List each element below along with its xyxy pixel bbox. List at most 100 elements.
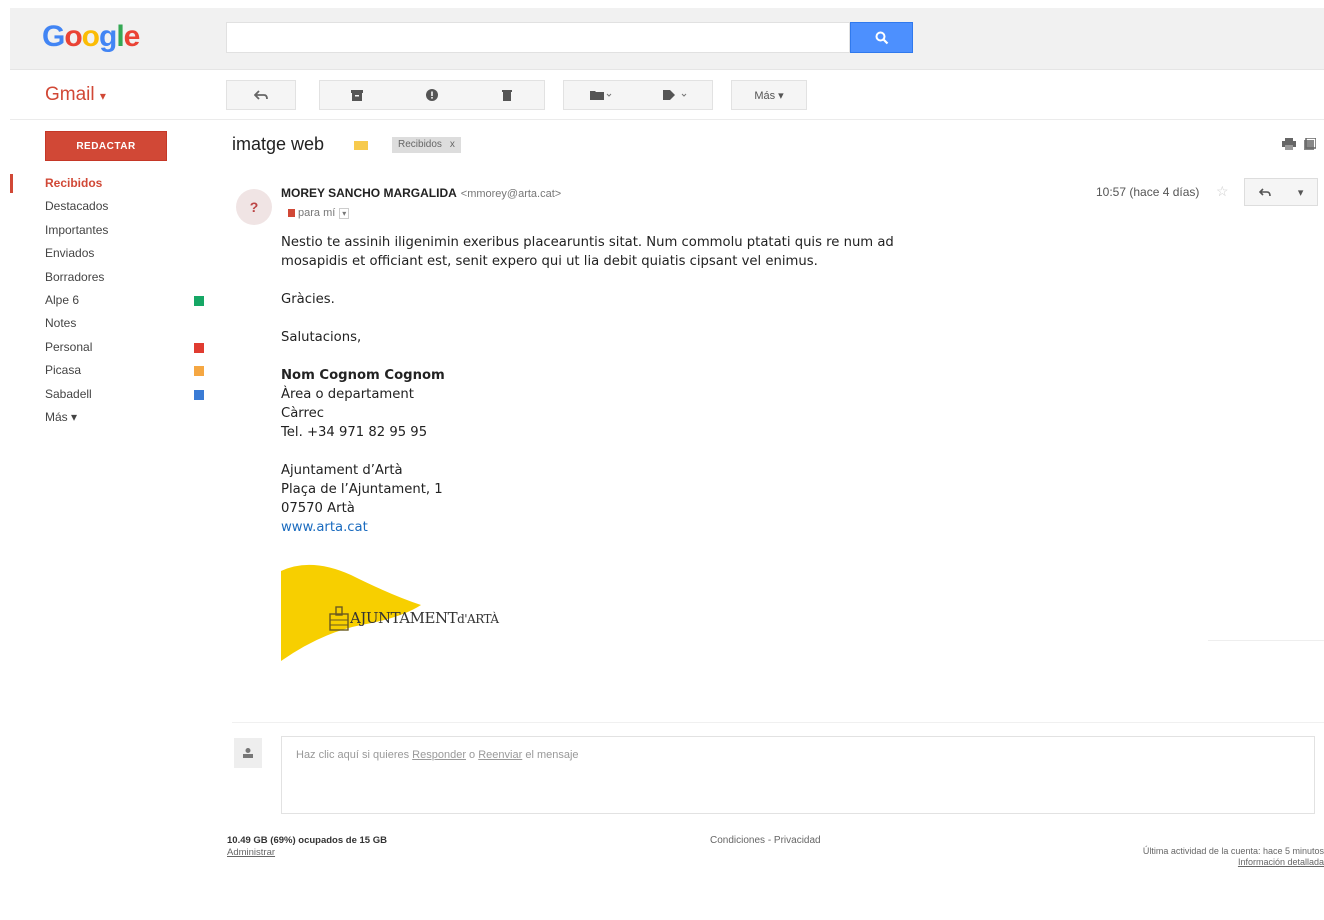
more-options-icon[interactable]: ▾ [1298,186,1304,199]
archive-icon [351,89,364,101]
search-icon [875,31,888,44]
reply-link[interactable]: Responder [412,749,466,761]
sidebar-item-m-s[interactable]: Más ▾ [10,406,210,429]
importance-marker[interactable] [354,141,368,150]
label-icon [663,90,687,100]
recipient-label: para mí [298,207,336,219]
activity-details-link[interactable]: Información detallada [1064,857,1324,868]
star-icon[interactable]: ☆ [1216,183,1229,200]
signature-phone: Tel. +34 971 82 95 95 [281,425,428,440]
top-bar: Google [10,8,1324,70]
logo-letter: G [42,20,65,53]
person-icon [243,748,253,758]
logo-letter: e [123,20,141,53]
folder-icon [590,91,612,100]
user-avatar [234,738,262,768]
search-input[interactable] [226,22,850,53]
signature-web-link[interactable]: www.arta.cat [281,520,368,535]
move-label-group [563,80,713,110]
sidebar-item-label: Enviados [45,246,95,261]
sidebar-item-personal[interactable]: Personal [10,336,210,359]
compose-button[interactable]: REDACTAR [45,131,167,161]
sender-avatar[interactable]: ? [236,189,272,225]
logo-word: AJUNTAMENT [350,609,458,627]
divider [232,722,1324,723]
reply-middle: o [466,749,479,761]
chevron-down-icon: ▾ [99,89,106,103]
signature-name: Nom Cognom Cognom [281,368,445,383]
label-color-swatch[interactable] [194,366,204,377]
sidebar-item-destacados[interactable]: Destacados [10,195,210,218]
label-color-swatch[interactable] [194,389,204,400]
report-spam-button[interactable] [412,81,452,109]
sidebar: Recibidos Destacados Importantes Enviados Bo… [10,172,210,429]
gmail-window: Google Gmail ▾ Más ▾ REDACTAR Recibidos … [10,8,1324,920]
sender-name[interactable]: MOREY SANCHO MARGALIDA [281,186,457,200]
sidebar-item-borradores[interactable]: Borradores [10,266,210,289]
reply-prefix: Haz clic aquí si quieres [296,749,413,761]
inbox-badge-label: Recibidos [398,139,442,150]
more-button[interactable]: Más ▾ [731,80,807,110]
signature-area: Àrea o departament [281,387,414,402]
gmail-label: Gmail [45,84,95,105]
sidebar-item-notes[interactable]: Notes [10,312,210,335]
signature-org: Ajuntament d’Artà [281,463,403,478]
email-subject: imatge web [232,134,325,154]
search-button[interactable] [850,22,913,53]
terms-privacy-links[interactable]: Condiciones - Privacidad [710,835,821,846]
print-icon[interactable] [1282,138,1296,150]
move-to-button[interactable] [581,81,621,109]
sidebar-item-enviados[interactable]: Enviados [10,242,210,265]
ajuntament-logo-text: AJUNTAMENTd'ARTÀ [350,609,499,627]
important-icon [288,209,295,218]
logo-letter: l [116,20,124,53]
new-window-icon[interactable] [1304,138,1316,150]
body-paragraph: Nestio te assinih iligenimin exeribus pl… [281,235,894,269]
sidebar-item-label: Recibidos [45,176,103,190]
reply-icon[interactable] [1258,187,1271,197]
google-logo[interactable]: Google [42,20,141,54]
sidebar-item-picasa[interactable]: Picasa [10,359,210,382]
sidebar-item-label: Destacados [45,199,109,214]
sidebar-item-label: Personal [45,339,93,354]
sidebar-item-label: Borradores [45,269,105,284]
body-greeting: Salutacions, [281,330,362,345]
body-thanks: Gràcies. [281,292,335,307]
storage-usage: 10.49 GB (69%) ocupados de 15 GB [227,835,387,846]
more-label: Más ▾ [754,89,784,102]
gmail-menu[interactable]: Gmail ▾ [45,84,106,106]
manage-storage-link[interactable]: Administrar [227,847,387,859]
recipients: para mí ▾ [288,207,350,219]
storage-info: 10.49 GB (69%) ocupados de 15 GB Adminis… [227,835,387,859]
sidebar-item-label: Sabadell [45,386,92,401]
back-button[interactable] [226,80,296,110]
reply-button-group: ▾ [1244,178,1318,206]
quick-reply-box[interactable]: Haz clic aquí si quieres Responder o Ree… [281,736,1315,814]
logo-suffix: d'ARTÀ [457,612,499,626]
inbox-label-badge: Recibidos x [392,137,461,153]
show-details-button[interactable]: ▾ [339,208,350,219]
spam-icon [425,89,438,101]
castle-icon [329,606,349,631]
sidebar-item-sabadell[interactable]: Sabadell [10,383,210,406]
archive-button[interactable] [337,81,377,109]
sidebar-item-recibidos[interactable]: Recibidos [10,172,210,195]
reply-suffix: el mensaje [522,749,579,761]
thread-actions [1282,138,1316,150]
sidebar-item-alpe-6[interactable]: Alpe 6 [10,289,210,312]
label-color-swatch[interactable] [194,342,204,353]
delete-button[interactable] [487,81,527,109]
remove-label-button[interactable]: x [450,139,455,150]
sidebar-item-importantes[interactable]: Importantes [10,219,210,242]
toolbar: Gmail ▾ Más ▾ [10,70,1324,120]
sidebar-item-label: Alpe 6 [45,292,80,307]
label-color-swatch[interactable] [194,295,204,306]
signature-city: 07570 Artà [281,501,355,516]
forward-link[interactable]: Reenviar [478,749,522,761]
logo-letter: g [99,20,117,53]
sidebar-item-label: Importantes [45,222,109,237]
action-group [319,80,545,110]
sidebar-item-label: Picasa [45,363,82,378]
labels-button[interactable] [655,81,695,109]
logo-letter: o [81,20,100,53]
